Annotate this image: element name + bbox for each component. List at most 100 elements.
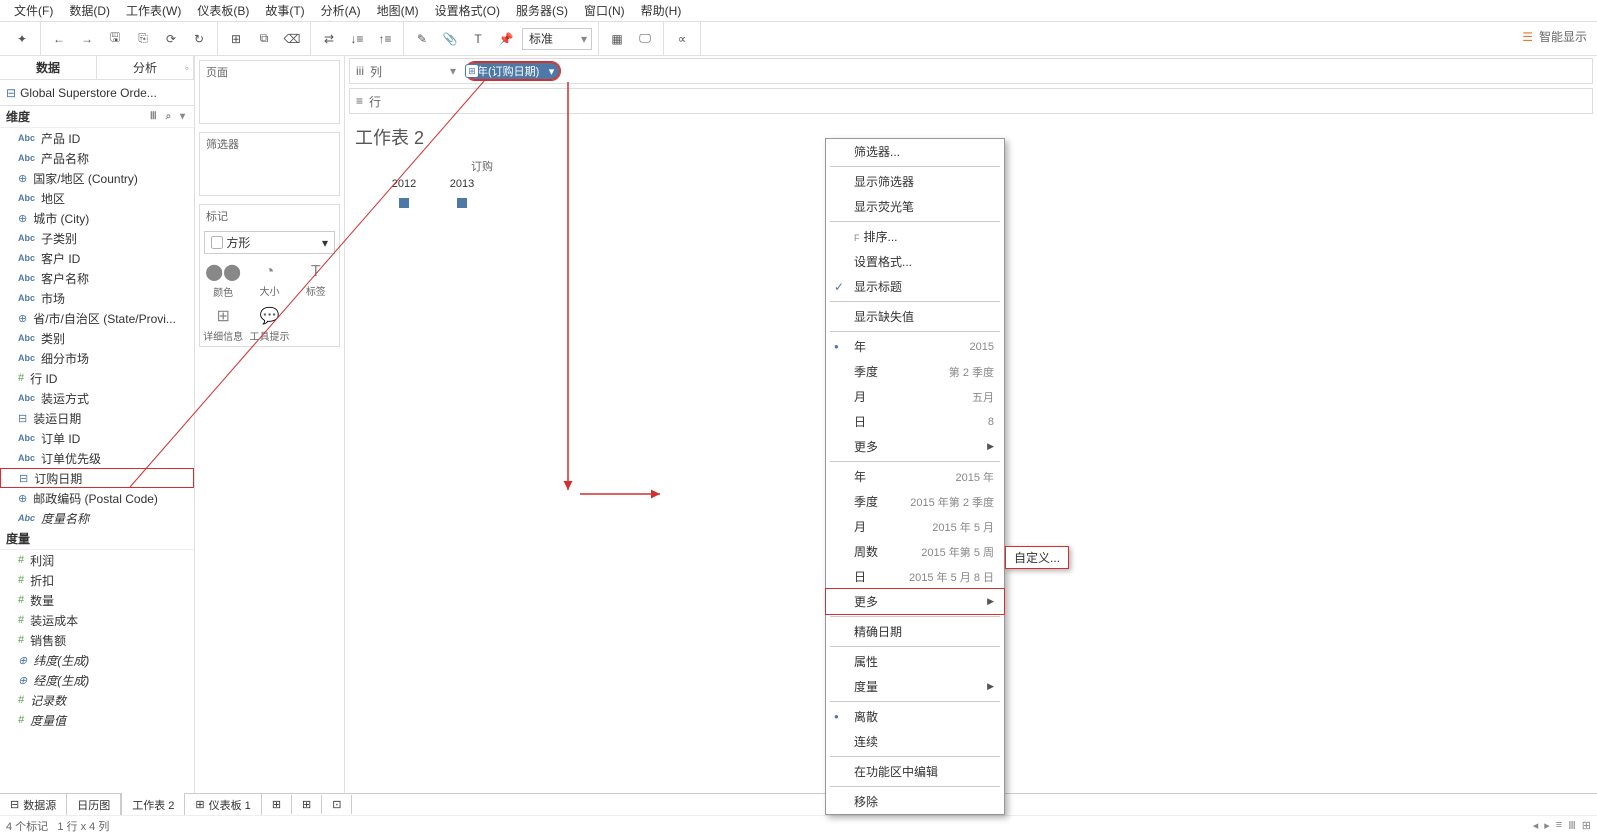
context-menu-item[interactable]: 月五月 [826,384,1004,409]
measure-field[interactable]: #数量 [0,590,194,610]
status-icon[interactable]: ▸ [1544,819,1550,832]
dimension-field[interactable]: Abc订单 ID [0,428,194,448]
dimension-field[interactable]: #行 ID [0,368,194,388]
show-cards-icon[interactable]: ▦ [605,27,629,51]
dimension-field[interactable]: Abc类别 [0,328,194,348]
dimension-field[interactable]: Abc细分市场 [0,348,194,368]
dimension-field[interactable]: Abc产品名称 [0,148,194,168]
dimension-field[interactable]: Abc地区 [0,188,194,208]
menu-item[interactable]: 窗口(N) [576,0,633,21]
new-worksheet-button[interactable]: ⊞ [262,795,292,814]
menu-item[interactable]: 工作表(W) [118,0,189,21]
dimension-field[interactable]: ⊕国家/地区 (Country) [0,168,194,188]
context-menu-item[interactable]: 季度第 2 季度 [826,359,1004,384]
new-datasource-icon[interactable]: ⎘ [131,27,155,51]
pin-icon[interactable]: 📌 [494,27,518,51]
dimension-field[interactable]: ⊟订购日期 [0,468,194,488]
context-menu-item[interactable]: 在功能区中编辑 [826,759,1004,784]
status-icon[interactable]: ≡ [1556,819,1562,832]
dimension-field[interactable]: Abc订单优先级 [0,448,194,468]
new-dashboard-button[interactable]: ⊞ [292,795,322,814]
measure-field[interactable]: ⊕经度(生成) [0,670,194,690]
save-icon[interactable]: 🖫 [103,27,127,51]
context-menu-item[interactable]: 更多▶ [826,434,1004,459]
measure-field[interactable]: #利润 [0,550,194,570]
measure-field[interactable]: #装运成本 [0,610,194,630]
tableau-logo-icon[interactable]: ✦ [10,27,34,51]
measure-field[interactable]: #折扣 [0,570,194,590]
columns-shelf[interactable]: iii列▾ ⊞ 年(订购日期) [349,58,1593,84]
status-icon[interactable]: ◂ [1533,819,1539,832]
share-icon[interactable]: ∝ [670,27,694,51]
menu-item[interactable]: 文件(F) [6,0,61,21]
color-shelf[interactable]: ⬤⬤颜色 [200,258,246,302]
status-icon[interactable]: ⊞ [1582,819,1591,832]
col-header[interactable]: 2012 [375,174,433,194]
clear-icon[interactable]: ⌫ [280,27,304,51]
measure-field[interactable]: ⊕纬度(生成) [0,650,194,670]
col-header[interactable]: 2013 [433,174,491,194]
context-menu-item[interactable]: 周数2015 年第 5 周 [826,539,1004,564]
dimension-field[interactable]: Abc装运方式 [0,388,194,408]
autosave-icon[interactable]: ⟳ [159,27,183,51]
more-submenu[interactable]: 自定义... [1005,546,1069,569]
context-menu-item[interactable]: 月2015 年 5 月 [826,514,1004,539]
dimension-field[interactable]: Abc市场 [0,288,194,308]
dimension-field[interactable]: Abc客户 ID [0,248,194,268]
context-menu-item[interactable]: 连续 [826,729,1004,754]
sheet-tab[interactable]: 工作表 2 [121,792,185,816]
refresh-icon[interactable]: ↻ [187,27,211,51]
context-menu-item[interactable]: 精确日期 [826,619,1004,644]
duplicate-icon[interactable]: ⧉ [252,27,276,51]
context-menu-item[interactable]: 筛选器... [826,139,1004,164]
new-story-button[interactable]: ⊡ [322,795,352,814]
context-menu-item[interactable]: 属性 [826,649,1004,674]
context-menu-item[interactable]: 度量▶ [826,674,1004,699]
context-menu-item[interactable]: 显示荧光笔 [826,194,1004,219]
menu-item[interactable]: 地图(M) [369,0,427,21]
forward-icon[interactable]: → [75,27,99,51]
data-mark[interactable] [457,198,467,208]
context-menu-item[interactable]: F排序... [826,224,1004,249]
context-menu-item[interactable]: 显示筛选器 [826,169,1004,194]
dimension-field[interactable]: ⊕邮政编码 (Postal Code) [0,488,194,508]
measure-field[interactable]: #销售额 [0,630,194,650]
dimension-tools-icon[interactable]: Ⅲ ⌕ ▾ [150,111,188,122]
context-menu-item[interactable]: 年2015 [826,334,1004,359]
context-menu-item[interactable]: 日2015 年 5 月 8 日 [826,564,1004,589]
text-icon[interactable]: T [466,27,490,51]
highlight-icon[interactable]: ✎ [410,27,434,51]
menu-item[interactable]: 数据(D) [61,0,118,21]
mark-type-selector[interactable]: ▢ 方形▾ [204,231,335,254]
pill-plus-icon[interactable]: ⊞ [465,64,479,78]
back-icon[interactable]: ← [47,27,71,51]
menu-item[interactable]: 设置格式(O) [427,0,508,21]
menu-item[interactable]: 分析(A) [313,0,369,21]
sort-desc-icon[interactable]: ↑≡ [373,27,397,51]
tooltip-shelf[interactable]: 💬工具提示 [246,302,292,346]
menu-item[interactable]: 故事(T) [257,0,312,21]
label-shelf[interactable]: T标签 [293,258,339,302]
presentation-icon[interactable]: 🖵 [633,27,657,51]
sheet-tab[interactable]: 日历图 [67,794,121,816]
attach-icon[interactable]: 📎 [438,27,462,51]
fit-selector[interactable]: 标准 [522,28,592,50]
datasource-name[interactable]: ⊟ Global Superstore Orde... [0,80,194,106]
context-menu-item[interactable]: 离散 [826,704,1004,729]
dimension-field[interactable]: ⊕省/市/自治区 (State/Provi... [0,308,194,328]
context-menu-item[interactable]: 更多▶ [825,588,1005,615]
dimension-field[interactable]: Abc客户名称 [0,268,194,288]
context-menu-item[interactable]: 显示缺失值 [826,304,1004,329]
measure-field[interactable]: #记录数 [0,690,194,710]
swap-icon[interactable]: ⇄ [317,27,341,51]
size-shelf[interactable]: ◔大小 [246,258,292,302]
year-orderdate-pill[interactable]: ⊞ 年(订购日期) [466,62,560,80]
data-tab[interactable]: 数据 [0,56,97,79]
context-menu-item[interactable]: 显示标题 [826,274,1004,299]
context-menu-item[interactable]: 日8 [826,409,1004,434]
context-menu-item[interactable]: 移除 [826,789,1004,814]
dimension-field[interactable]: ⊕城市 (City) [0,208,194,228]
new-worksheet-icon[interactable]: ⊞ [224,27,248,51]
dimension-field[interactable]: Abc子类别 [0,228,194,248]
sheet-tab[interactable]: ⊞仪表板 1 [185,794,261,816]
